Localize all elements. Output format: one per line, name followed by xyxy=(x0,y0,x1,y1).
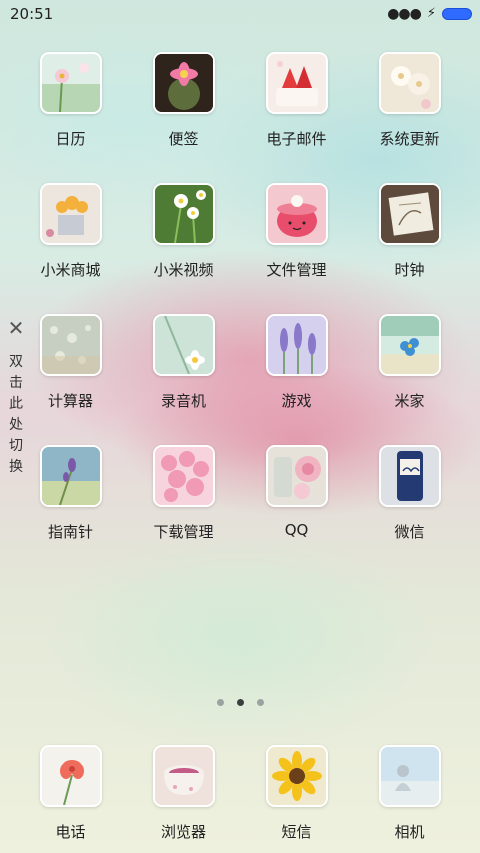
more-dots-icon: ●●● xyxy=(387,6,422,22)
app-label: 录音机 xyxy=(160,392,206,410)
status-bar: 20:51 ●●● ⚡ xyxy=(0,0,480,30)
page-indicator xyxy=(0,699,480,706)
page-dot[interactable] xyxy=(236,699,244,706)
app-label: 小米商城 xyxy=(40,261,101,279)
app-apps-13[interactable]: 下载管理 xyxy=(127,445,240,576)
charging-bolt-icon: ⚡ xyxy=(426,6,436,21)
app-label: 短信 xyxy=(281,823,312,841)
pink-cup-icon[interactable] xyxy=(265,183,328,245)
app-grid: 日历 便签 电子邮件 系统更新小米商城 小米视频 文件管理 时钟计算器 录音机 游戏 米家指南针 下… xyxy=(14,52,466,576)
app-label: 浏览器 xyxy=(160,823,206,841)
pink-rose-icon[interactable] xyxy=(265,445,328,507)
app-apps-12[interactable]: 指南针 xyxy=(14,445,127,576)
battery-icon xyxy=(442,8,472,20)
app-dock-3[interactable]: 相机 xyxy=(353,745,466,842)
app-label: 便签 xyxy=(168,130,199,148)
app-apps-6[interactable]: 文件管理 xyxy=(240,183,353,314)
app-label: 下载管理 xyxy=(153,523,214,541)
app-apps-3[interactable]: 系统更新 xyxy=(353,52,466,183)
daisies-field-icon[interactable] xyxy=(152,183,215,245)
flower-basket-icon[interactable] xyxy=(39,183,102,245)
app-label: 文件管理 xyxy=(266,261,327,279)
cactus-flower-icon[interactable] xyxy=(152,52,215,114)
app-apps-7[interactable]: 时钟 xyxy=(353,183,466,314)
app-apps-10[interactable]: 游戏 xyxy=(240,314,353,445)
app-label: QQ xyxy=(284,521,309,539)
seaside-girl-icon[interactable] xyxy=(378,745,441,807)
strawberry-cake-icon[interactable] xyxy=(265,52,328,114)
daisy-photo-icon[interactable] xyxy=(39,52,102,114)
app-label: 电子邮件 xyxy=(266,130,327,148)
status-time: 20:51 xyxy=(10,5,54,23)
dock: 电话 浏览器 短信 相机 xyxy=(14,745,466,842)
app-label: 相机 xyxy=(394,823,425,841)
app-label: 指南针 xyxy=(47,523,93,541)
forget-me-not-icon[interactable] xyxy=(378,314,441,376)
white-flower-icon[interactable] xyxy=(152,314,215,376)
app-dock-2[interactable]: 短信 xyxy=(240,745,353,842)
page-dot[interactable] xyxy=(256,699,264,706)
home-screen: 20:51 ●●● ⚡ ✕ 双击此处切换 日历 便签 电子邮件 系统更新 小米商城 小米视… xyxy=(0,0,480,853)
lavender-icon[interactable] xyxy=(265,314,328,376)
app-apps-2[interactable]: 电子邮件 xyxy=(240,52,353,183)
app-apps-8[interactable]: 计算器 xyxy=(14,314,127,445)
app-label: 电话 xyxy=(55,823,86,841)
app-apps-14[interactable]: QQ xyxy=(240,445,353,576)
app-apps-11[interactable]: 米家 xyxy=(353,314,466,445)
app-apps-4[interactable]: 小米商城 xyxy=(14,183,127,314)
page-dot[interactable] xyxy=(216,699,224,706)
app-label: 游戏 xyxy=(281,392,312,410)
app-apps-9[interactable]: 录音机 xyxy=(127,314,240,445)
tea-cup-icon[interactable] xyxy=(152,745,215,807)
app-label: 日历 xyxy=(55,130,86,148)
status-icons: ●●● ⚡ xyxy=(387,7,472,21)
app-apps-1[interactable]: 便签 xyxy=(127,52,240,183)
lavender-sprig-icon[interactable] xyxy=(39,445,102,507)
app-label: 小米视频 xyxy=(153,261,214,279)
app-label: 计算器 xyxy=(47,392,93,410)
sunflower-icon[interactable] xyxy=(265,745,328,807)
app-dock-0[interactable]: 电话 xyxy=(14,745,127,842)
vintage-stamp-icon[interactable] xyxy=(378,183,441,245)
app-label: 米家 xyxy=(394,392,425,410)
red-flower-icon[interactable] xyxy=(39,745,102,807)
white-flowers-icon[interactable] xyxy=(378,52,441,114)
app-label: 系统更新 xyxy=(379,130,440,148)
app-apps-0[interactable]: 日历 xyxy=(14,52,127,183)
app-label: 微信 xyxy=(394,523,425,541)
swan-bottle-icon[interactable] xyxy=(378,445,441,507)
app-dock-1[interactable]: 浏览器 xyxy=(127,745,240,842)
pink-hydrangea-icon[interactable] xyxy=(152,445,215,507)
dew-glass-icon[interactable] xyxy=(39,314,102,376)
app-label: 时钟 xyxy=(394,261,425,279)
app-apps-15[interactable]: 微信 xyxy=(353,445,466,576)
app-apps-5[interactable]: 小米视频 xyxy=(127,183,240,314)
